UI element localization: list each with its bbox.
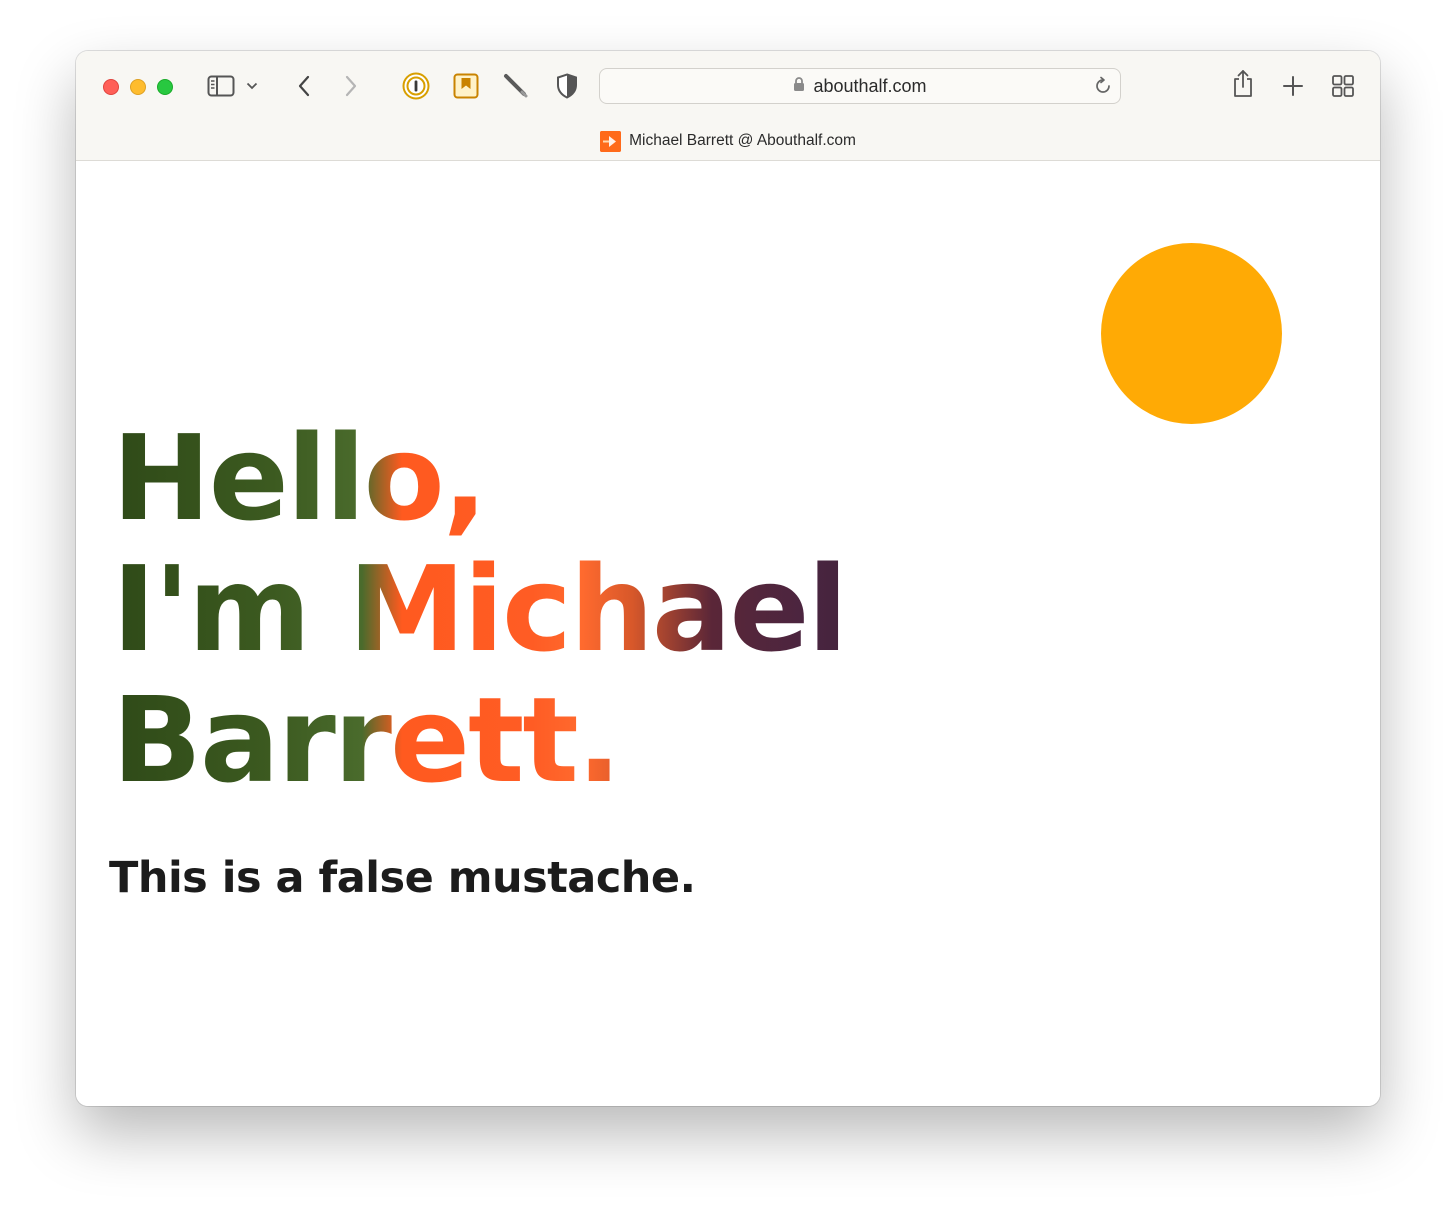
reload-icon[interactable] <box>1092 75 1114 97</box>
plus-icon[interactable] <box>1278 71 1308 101</box>
sun-circle <box>1101 243 1282 424</box>
hero-line-name: I'm Michael <box>112 540 846 678</box>
lock-icon <box>793 76 805 96</box>
address-bar[interactable]: abouthalf.com <box>599 68 1121 104</box>
bookmark-icon[interactable] <box>451 71 481 101</box>
browser-window: abouthalf.com Michael Barrett @ Abouthal… <box>76 51 1380 1106</box>
browser-toolbar: abouthalf.com Michael Barrett @ Abouthal… <box>76 51 1380 161</box>
pen-icon[interactable] <box>501 71 531 101</box>
shield-icon[interactable] <box>552 71 582 101</box>
back-arrow-icon[interactable] <box>289 71 319 101</box>
hero-line-surname: Barrett. <box>112 671 620 809</box>
close-window-button[interactable] <box>103 79 119 95</box>
share-icon[interactable] <box>1228 69 1258 99</box>
minimize-window-button[interactable] <box>130 79 146 95</box>
maximize-window-button[interactable] <box>157 79 173 95</box>
page-content: Hello, I'm Michael Barrett. This is a fa… <box>76 161 1380 1106</box>
sidebar-icon[interactable] <box>206 71 236 101</box>
hero-line-greeting: Hello, <box>112 409 486 547</box>
forward-arrow-icon[interactable] <box>336 71 366 101</box>
url-text: abouthalf.com <box>813 75 927 96</box>
password-manager-icon[interactable] <box>401 71 431 101</box>
tab-title: Michael Barrett @ Abouthalf.com <box>629 132 856 149</box>
tab-overview-icon[interactable] <box>1328 71 1358 101</box>
hero-heading: Hello, I'm Michael Barrett. <box>112 413 846 806</box>
tagline: This is a false mustache. <box>109 853 696 903</box>
chevron-down-icon[interactable] <box>243 71 261 101</box>
favicon-icon <box>600 130 622 152</box>
active-tab[interactable]: Michael Barrett @ Abouthalf.com <box>76 130 1380 152</box>
